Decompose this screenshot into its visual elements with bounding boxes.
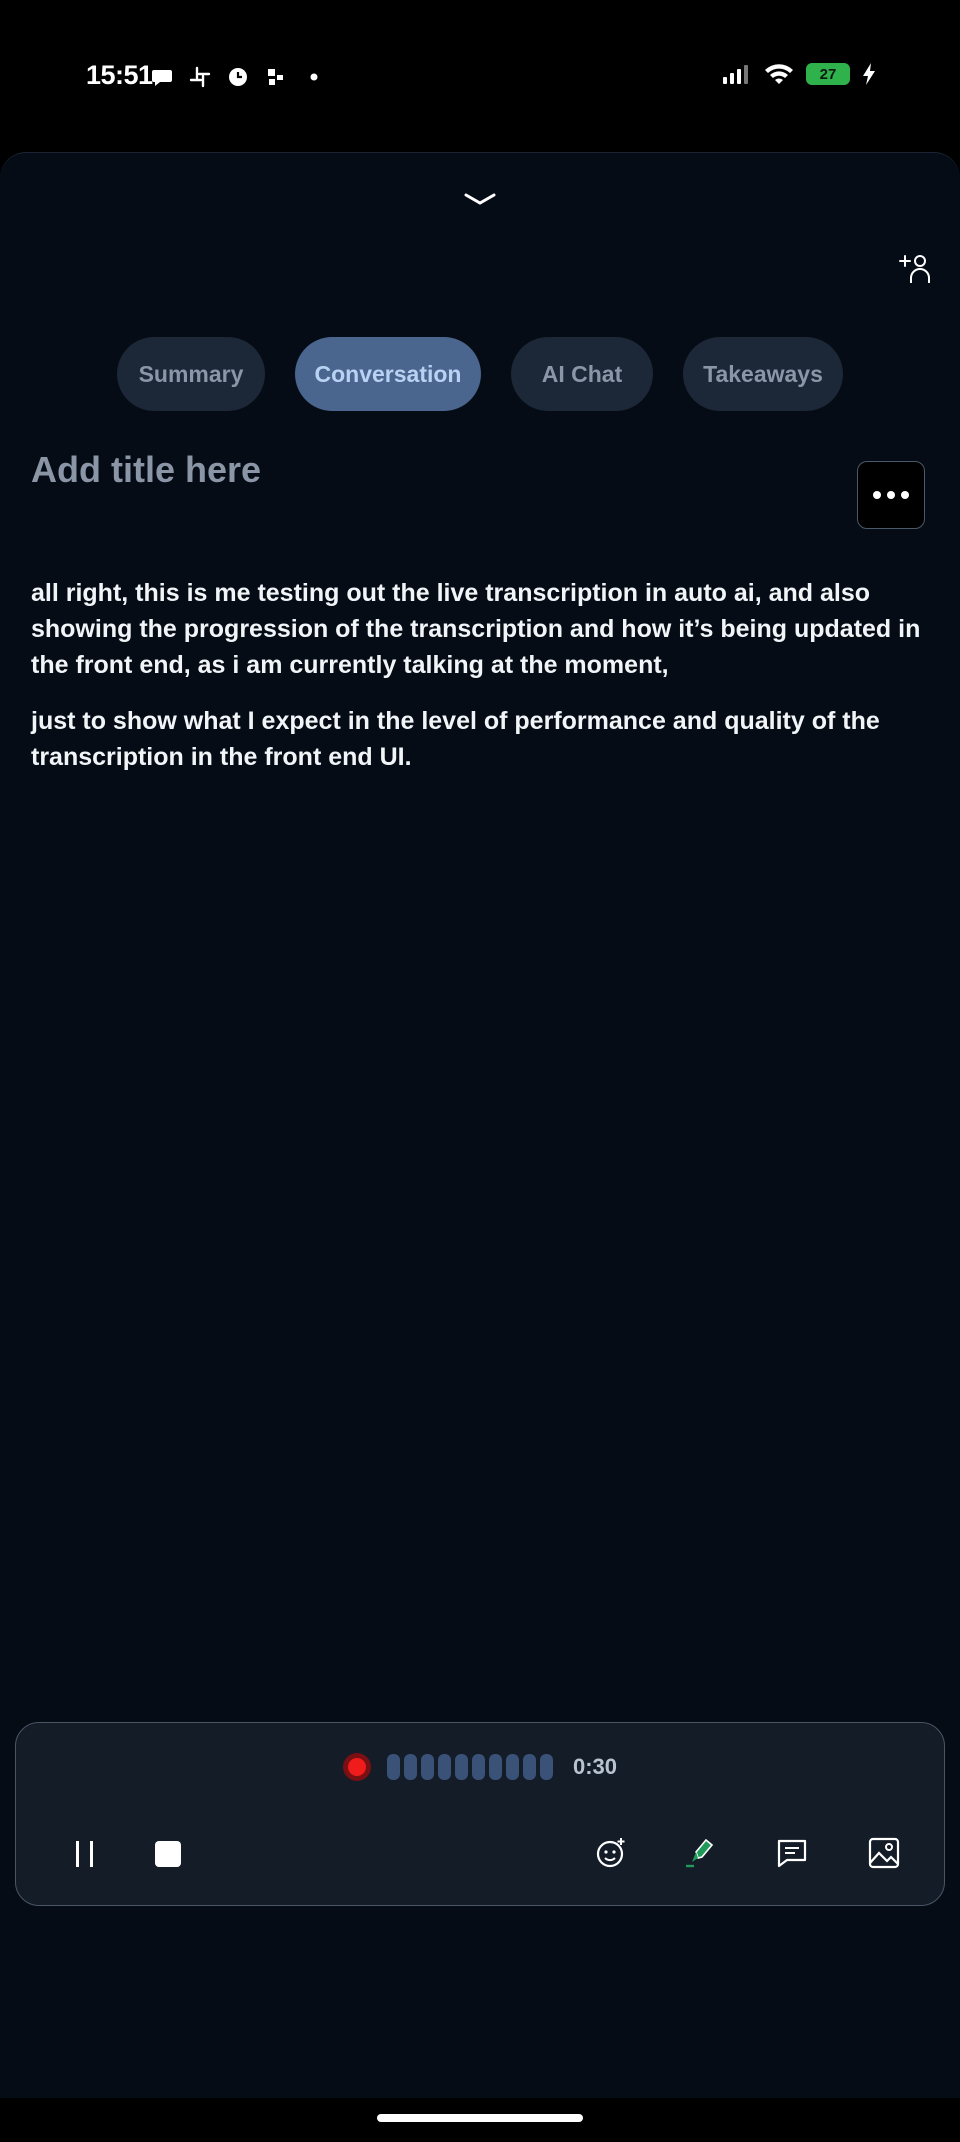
dot-icon <box>310 73 318 81</box>
pause-icon <box>75 1841 79 1867</box>
notification-icons <box>150 62 326 92</box>
more-options-button[interactable] <box>857 461 925 529</box>
tab-bar: Summary Conversation AI Chat Takeaways <box>0 337 960 411</box>
clock-app-icon <box>229 68 247 86</box>
signal-icon <box>723 65 748 84</box>
emoji-add-icon[interactable] <box>594 1836 628 1870</box>
comment-icon[interactable] <box>775 1836 809 1870</box>
recording-status: 0:30 <box>16 1753 944 1781</box>
tab-conversation[interactable]: Conversation <box>295 337 481 411</box>
tab-takeaways[interactable]: Takeaways <box>683 337 843 411</box>
status-time: 15:51 <box>86 60 153 90</box>
chat-bubble-icon <box>152 70 172 86</box>
wifi-icon <box>765 64 793 84</box>
recorder-panel: 0:30 <box>15 1722 945 1906</box>
highlight-pen-icon[interactable] <box>684 1836 718 1870</box>
title-input[interactable]: Add title here <box>31 449 261 491</box>
transcript: all right, this is me testing out the li… <box>31 575 931 795</box>
app-icon <box>268 69 283 85</box>
add-person-icon[interactable] <box>898 251 932 285</box>
record-indicator-icon <box>342 1753 371 1781</box>
charging-icon <box>863 63 875 85</box>
transcript-paragraph: all right, this is me testing out the li… <box>31 579 921 679</box>
battery-icon: 27 <box>806 63 850 85</box>
status-bar: 15:51 27 <box>0 0 960 150</box>
tab-summary[interactable]: Summary <box>117 337 265 411</box>
recording-timer: 0:30 <box>572 1754 618 1779</box>
slack-icon <box>189 66 211 88</box>
recording-sheet: Summary Conversation AI Chat Takeaways A… <box>0 152 960 2098</box>
tab-ai-chat[interactable]: AI Chat <box>511 337 653 411</box>
more-horizontal-icon <box>873 491 881 499</box>
chevron-down-icon[interactable] <box>462 189 498 209</box>
stop-button[interactable] <box>155 1841 181 1867</box>
pause-button[interactable] <box>69 1839 99 1869</box>
status-indicators: 27 <box>722 62 876 86</box>
home-indicator[interactable] <box>377 2114 583 2122</box>
image-icon[interactable] <box>867 1836 901 1870</box>
audio-waveform <box>386 1754 553 1780</box>
transcript-paragraph: just to show what I expect in the level … <box>31 707 880 771</box>
